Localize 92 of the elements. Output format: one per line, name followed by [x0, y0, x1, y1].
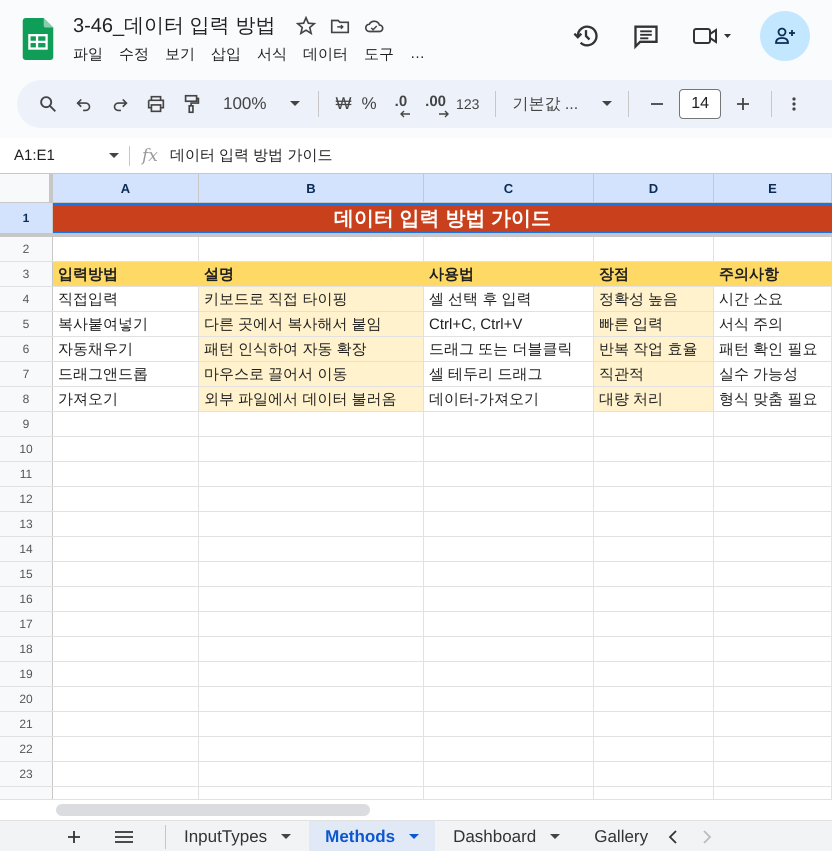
menu-icon[interactable]	[115, 829, 133, 845]
table-cell: 서식 주의	[714, 312, 832, 336]
search-icon[interactable]	[37, 93, 59, 115]
caret-icon	[602, 101, 612, 107]
row-header[interactable]: 13	[0, 512, 53, 536]
row-header[interactable]: 8	[0, 387, 53, 411]
menu-item[interactable]: 수정	[119, 45, 149, 64]
row-header[interactable]: 20	[0, 687, 53, 711]
caret-icon	[550, 834, 560, 840]
row-header[interactable]: 6	[0, 337, 53, 361]
sheet-tab[interactable]: Gallery	[578, 821, 664, 851]
caret-icon	[409, 834, 420, 840]
menu-item[interactable]: 도구	[364, 45, 394, 64]
table-cell: 실수 가능성	[714, 362, 832, 386]
formula-input[interactable]: 데이터 입력 방법 가이드	[170, 146, 332, 165]
caret-icon	[290, 101, 300, 107]
row-header[interactable]: 1	[0, 203, 53, 233]
row-header[interactable]: 22	[0, 737, 53, 761]
percent-button[interactable]: %	[362, 94, 377, 114]
sheet-tab[interactable]: InputTypes	[168, 821, 308, 851]
row-header[interactable]: 9	[0, 412, 53, 436]
more-icon[interactable]	[792, 96, 796, 112]
header-cell: 장점	[594, 262, 714, 286]
row-header[interactable]: 19	[0, 662, 53, 686]
column-header[interactable]: E	[714, 174, 832, 202]
row-header[interactable]: 21	[0, 712, 53, 736]
menu-item[interactable]: …	[410, 45, 425, 64]
sheets-logo-icon[interactable]	[22, 18, 54, 60]
table-cell: 형식 맞춤 필요	[714, 387, 832, 411]
font-dropdown[interactable]: 기본값 ...	[512, 94, 612, 114]
currency-button[interactable]: ₩	[335, 94, 352, 114]
table-cell: 대량 처리	[594, 387, 714, 411]
column-header[interactable]: A	[53, 174, 199, 202]
increase-decimal-button[interactable]: .00	[425, 92, 446, 116]
table-cell: 마우스로 끌어서 이동	[199, 362, 424, 386]
document-title[interactable]: 3-46_데이터 입력 방법	[73, 12, 276, 39]
table-cell: 다른 곳에서 복사해서 붙임	[199, 312, 424, 336]
title-cell: 데이터 입력 방법 가이드	[53, 203, 832, 233]
menu-item[interactable]: 삽입	[211, 45, 241, 64]
table-cell: 외부 파일에서 데이터 불러옴	[199, 387, 424, 411]
row-header[interactable]: 4	[0, 287, 53, 311]
column-header[interactable]: C	[424, 174, 594, 202]
row-header[interactable]: 15	[0, 562, 53, 586]
decrease-decimal-button[interactable]: .0	[394, 92, 408, 116]
caret-icon	[109, 152, 119, 158]
header-cell: 사용법	[424, 262, 594, 286]
menu-item[interactable]: 보기	[165, 45, 195, 64]
add-sheet-icon[interactable]	[65, 829, 83, 845]
row-header[interactable]: 23	[0, 762, 53, 786]
fx-label: fx	[142, 146, 158, 166]
sheet-tab[interactable]: Methods	[309, 821, 436, 851]
table-cell: 시간 소요	[714, 287, 832, 311]
row-header[interactable]: 5	[0, 312, 53, 336]
menu-item[interactable]: 파일	[73, 45, 103, 64]
row-header[interactable]: 12	[0, 487, 53, 511]
table-cell: 키보드로 직접 타이핑	[199, 287, 424, 311]
font-size-field[interactable]: 14	[679, 89, 722, 119]
row-header[interactable]: 3	[0, 262, 53, 286]
share-button[interactable]	[760, 11, 810, 61]
table-cell: 직관적	[594, 362, 714, 386]
row-header[interactable]: 14	[0, 537, 53, 561]
menu-item[interactable]: 서식	[257, 45, 287, 64]
table-cell: 빠른 입력	[594, 312, 714, 336]
column-header[interactable]: B	[199, 174, 424, 202]
header-cell: 설명	[199, 262, 424, 286]
header-cell: 주의사항	[714, 262, 832, 286]
menu-item[interactable]: 데이터	[303, 45, 348, 64]
table-cell: 반복 작업 효율	[594, 337, 714, 361]
row-header[interactable]: 18	[0, 637, 53, 661]
zoom-dropdown[interactable]: 100%	[223, 94, 300, 114]
left-arrow-icon	[399, 110, 412, 118]
name-box[interactable]: A1:E1	[0, 147, 129, 164]
print-icon[interactable]	[145, 93, 167, 115]
chevron-left-icon[interactable]	[668, 829, 678, 845]
row-header[interactable]: 11	[0, 462, 53, 486]
table-cell: 패턴 인식하여 자동 확장	[199, 337, 424, 361]
header-cell: 입력방법	[53, 262, 199, 286]
table-cell: 정확성 높음	[594, 287, 714, 311]
row-header[interactable]: 17	[0, 612, 53, 636]
row-header[interactable]: 2	[0, 237, 53, 261]
table-cell: 패턴 확인 필요	[714, 337, 832, 361]
star-icon[interactable]	[295, 14, 318, 36]
scrollbar-thumb[interactable]	[56, 804, 370, 816]
column-header[interactable]: D	[594, 174, 714, 202]
row-header[interactable]: 10	[0, 437, 53, 461]
row-header[interactable]: 16	[0, 587, 53, 611]
sheet-tab[interactable]: Dashboard	[437, 821, 576, 851]
caret-icon	[281, 834, 292, 840]
row-header[interactable]: 7	[0, 362, 53, 386]
plus-icon[interactable]	[735, 96, 752, 112]
number-format-button[interactable]: 123	[456, 96, 480, 112]
right-arrow-icon	[438, 110, 450, 118]
